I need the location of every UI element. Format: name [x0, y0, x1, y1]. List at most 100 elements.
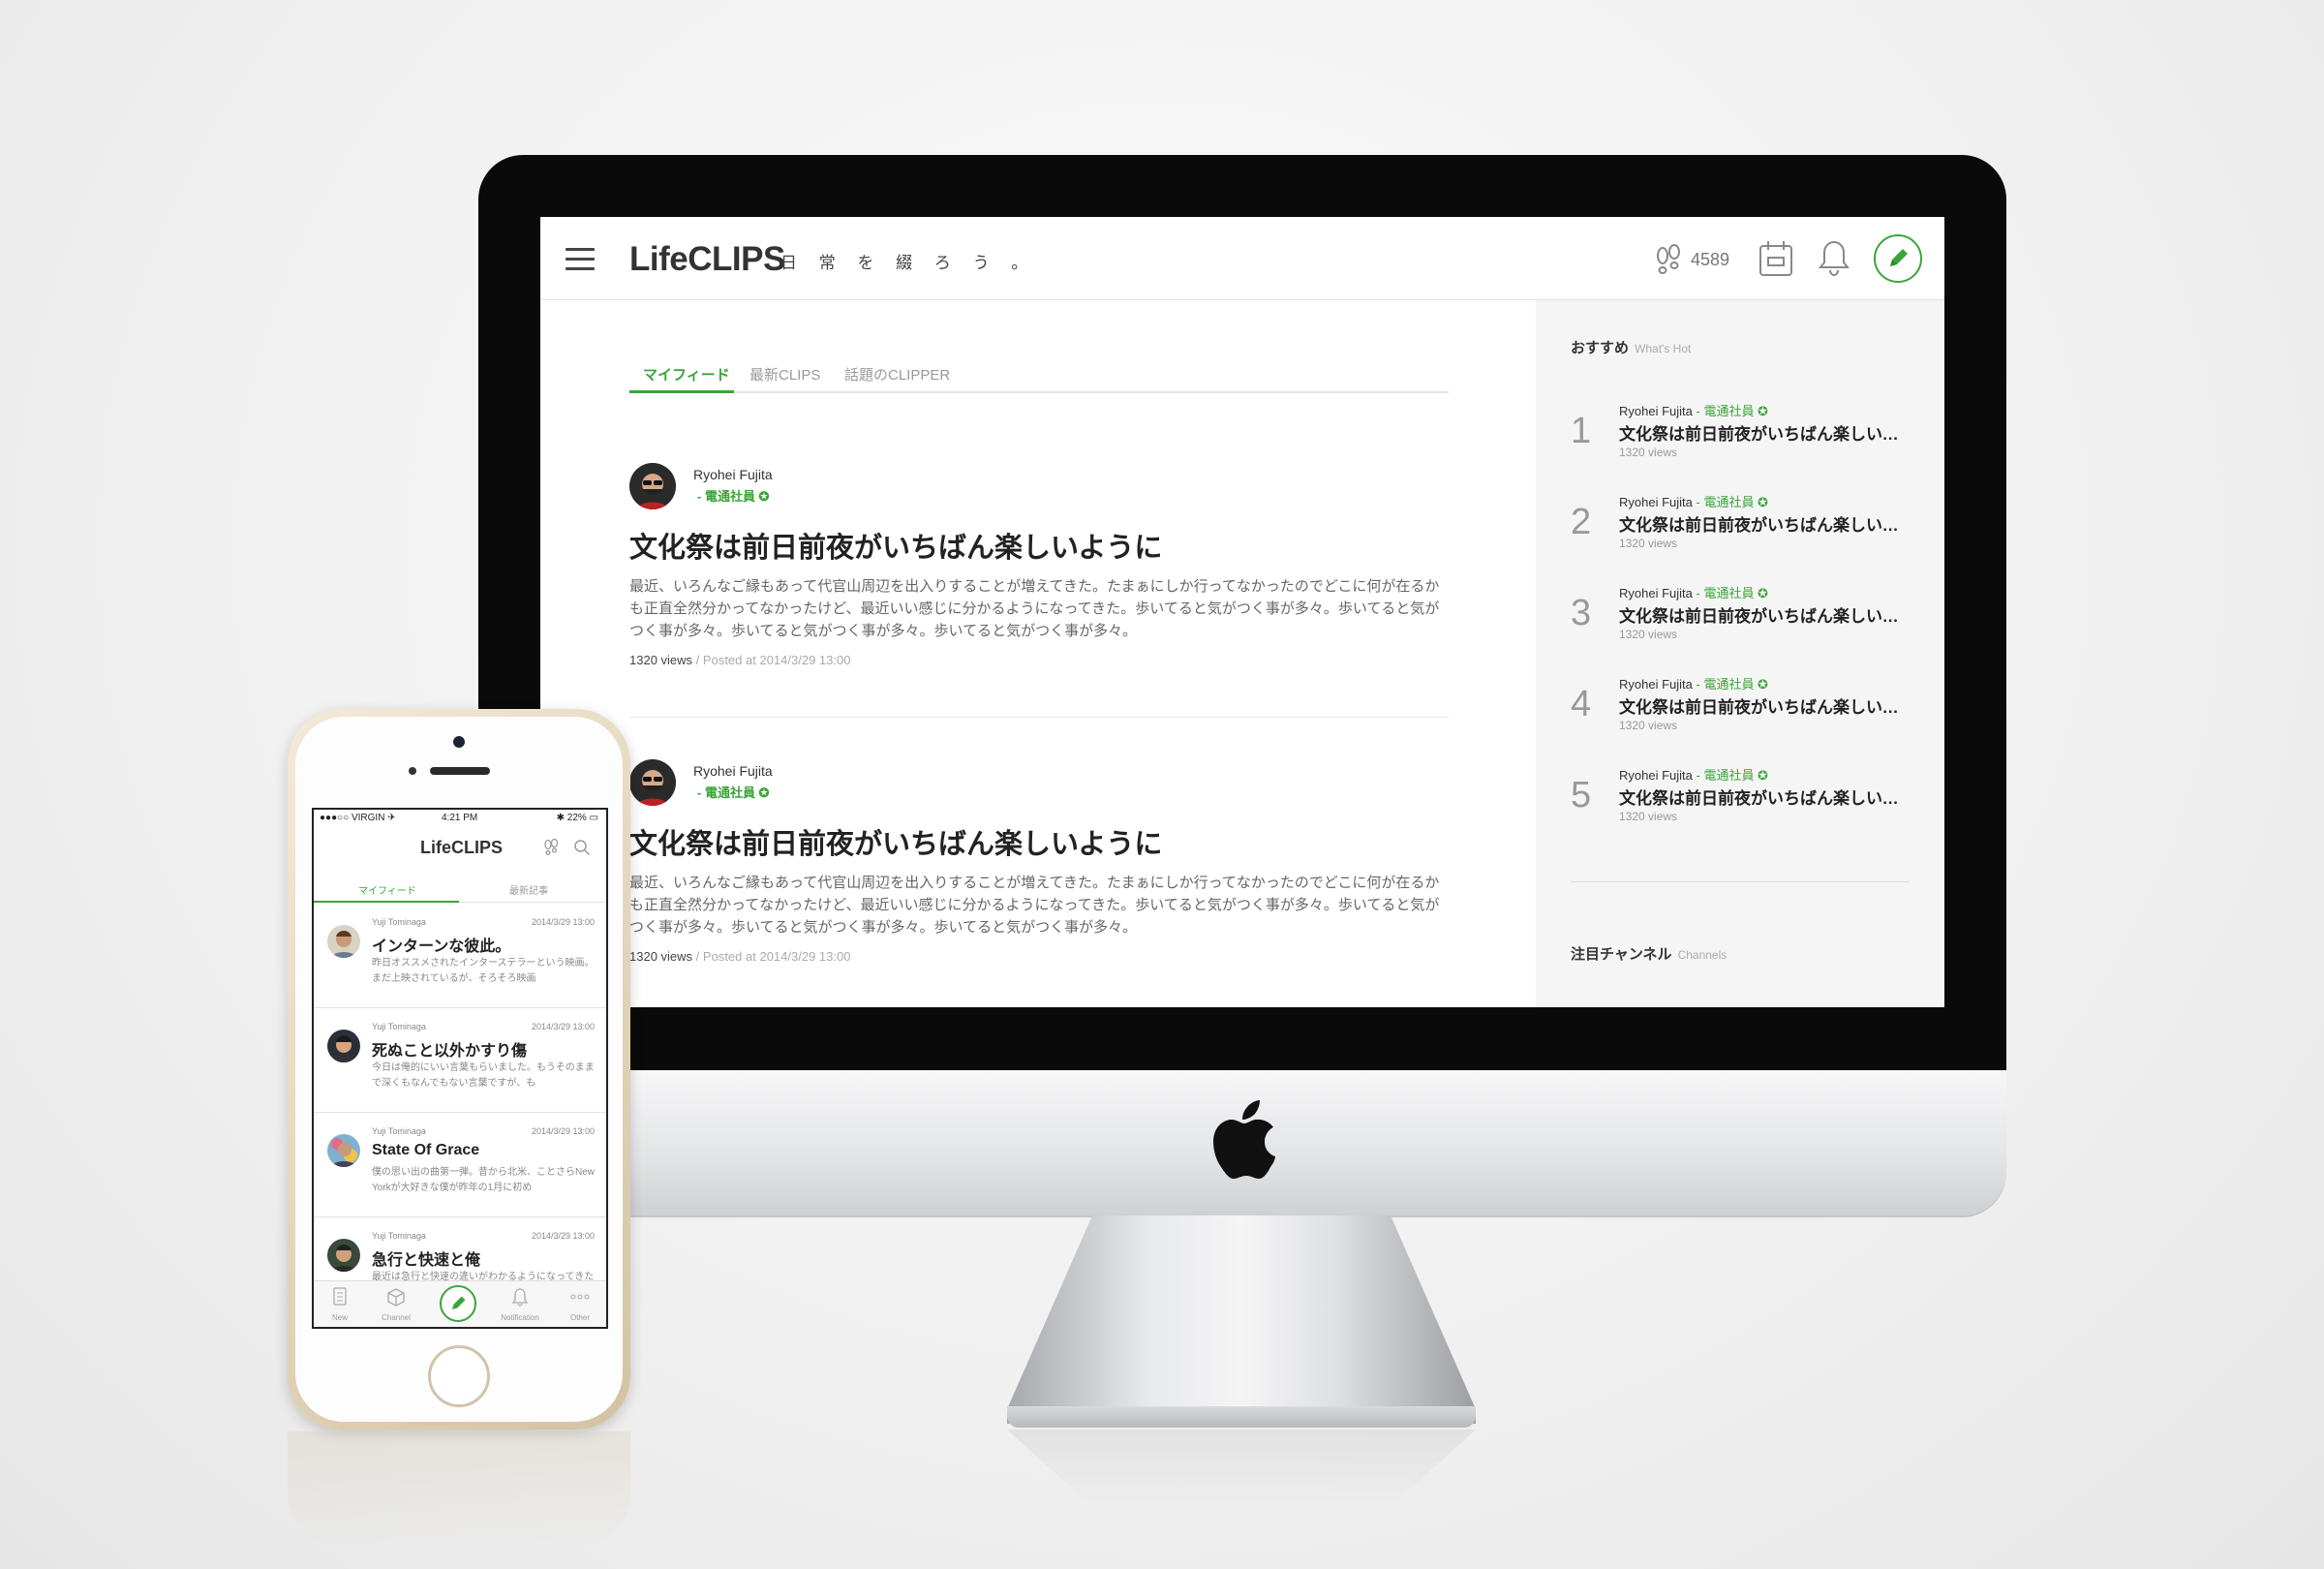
iphone-reflection: [288, 1431, 630, 1548]
author-role: - 電通社員 ✪: [697, 489, 770, 504]
item-date: 2014/3/29 13:00: [531, 1231, 595, 1241]
tab-popular-clipper[interactable]: 話題のCLIPPER: [844, 364, 950, 385]
phone-screen: ●●●○○ VIRGIN ✈ 4:21 PM ✱ 22% ▭ LifeCLIPS…: [312, 808, 608, 1329]
tabbar-label: New: [331, 1313, 348, 1322]
tabbar-channel[interactable]: Channel: [372, 1287, 420, 1322]
item-title[interactable]: State Of Grace: [372, 1142, 479, 1159]
tab-latest-articles[interactable]: 最新記事: [509, 882, 548, 897]
tab-latest-clips[interactable]: 最新CLIPS: [749, 364, 820, 385]
steps-count: 4589: [1691, 250, 1730, 269]
active-tab-indicator: [629, 390, 734, 393]
rank-title[interactable]: 文化祭は前日前夜がいちばん楽しいよ…: [1619, 420, 1910, 445]
avatar[interactable]: [327, 1239, 360, 1272]
battery: ✱ 22% ▭: [556, 813, 598, 823]
site-logo[interactable]: LifeCLIPS: [629, 240, 785, 279]
list-item[interactable]: Yuji Tominaga 2014/3/29 13:00 State Of G…: [314, 1113, 606, 1217]
tabbar-notification[interactable]: Notification: [496, 1287, 544, 1322]
rank-title[interactable]: 文化祭は前日前夜がいちばん楽しいよ…: [1619, 511, 1910, 536]
rank-views: 1320 views: [1619, 810, 1678, 823]
divider: [1571, 881, 1910, 882]
avatar[interactable]: [327, 925, 360, 958]
rank-number: 5: [1571, 775, 1592, 815]
calendar-icon[interactable]: [1758, 238, 1793, 277]
ranking-item[interactable]: 2 Ryohei Fujita - 電通社員 ✪ 文化祭は前日前夜がいちばん楽し…: [1571, 492, 1910, 569]
article-excerpt: 最近、いろんなご縁もあって代官山周辺を出入りすることが増えてきた。たまぁにしか行…: [629, 578, 1440, 639]
posted-date: Posted at 2014/3/29 13:00: [702, 653, 851, 667]
recommend-title: おすすめ: [1571, 340, 1630, 356]
carrier: ●●●○○ VIRGIN ✈: [320, 813, 396, 823]
avatar[interactable]: [629, 759, 676, 806]
write-button[interactable]: [1874, 234, 1922, 283]
recommend-subtitle: What's Hot: [1635, 342, 1692, 355]
phone-logo[interactable]: LifeCLIPS: [420, 838, 503, 858]
item-excerpt: 今日は俺的にいい言葉もらいました。もうそのままで深くもなんでもない言葉ですが、も: [372, 1062, 595, 1089]
meta-separator: /: [695, 653, 700, 667]
posted-date: Posted at 2014/3/29 13:00: [702, 949, 851, 964]
rank-author: Ryohei Fujita - 電通社員 ✪: [1619, 586, 1768, 600]
bell-icon[interactable]: [1819, 238, 1850, 277]
item-author: Yuji Tominaga: [372, 1022, 426, 1031]
list-item[interactable]: Yuji Tominaga 2014/3/29 13:00 死ぬこと以外かすり傷…: [314, 1008, 606, 1113]
tab-my-feed[interactable]: マイフィード: [643, 364, 730, 385]
rank-views: 1320 views: [1619, 719, 1678, 732]
view-count: 1320 views: [629, 653, 693, 667]
ranking-item[interactable]: 4 Ryohei Fujita - 電通社員 ✪ 文化祭は前日前夜がいちばん楽し…: [1571, 674, 1910, 752]
ranking-item[interactable]: 3 Ryohei Fujita - 電通社員 ✪ 文化祭は前日前夜がいちばん楽し…: [1571, 583, 1910, 661]
author-name[interactable]: Ryohei Fujita: [693, 467, 773, 482]
rank-title[interactable]: 文化祭は前日前夜がいちばん楽しいよ…: [1619, 602, 1910, 627]
phone-nav-bar: LifeCLIPS: [314, 827, 606, 864]
clock: 4:21 PM: [442, 813, 478, 823]
rank-views: 1320 views: [1619, 446, 1678, 459]
article-title[interactable]: 文化祭は前日前夜がいちばん楽しいように: [629, 821, 1162, 862]
list-item[interactable]: Yuji Tominaga 2014/3/29 13:00 インターンな彼此。 …: [314, 904, 606, 1008]
rank-title[interactable]: 文化祭は前日前夜がいちばん楽しいよ…: [1619, 693, 1910, 718]
site-header: LifeCLIPS 日 常 を 綴 ろ う 。 4589: [540, 217, 1944, 300]
home-button[interactable]: [428, 1345, 490, 1407]
ranking-item[interactable]: 1 Ryohei Fujita - 電通社員 ✪ 文化祭は前日前夜がいちばん楽し…: [1571, 401, 1910, 478]
meta-separator: /: [695, 949, 700, 964]
ranking-item[interactable]: 5 Ryohei Fujita - 電通社員 ✪ 文化祭は前日前夜がいちばん楽し…: [1571, 765, 1910, 843]
avatar[interactable]: [629, 463, 676, 509]
phone-tabs: マイフィード 最新記事: [314, 874, 606, 903]
item-excerpt: 昨日オススメされたインターステラーという映画。まだ上映されているが、そろそろ映画: [372, 958, 595, 984]
rank-views: 1320 views: [1619, 537, 1678, 550]
sidebar: おすすめ What's Hot 1 Ryohei Fujita - 電通社員 ✪ …: [1536, 300, 1944, 1007]
item-date: 2014/3/29 13:00: [531, 1022, 595, 1031]
hamburger-icon[interactable]: [566, 248, 595, 271]
item-title[interactable]: インターンな彼此。: [372, 933, 510, 956]
document-icon: [333, 1287, 347, 1306]
tabbar-label: Channel: [382, 1313, 411, 1322]
desktop-screen: LifeCLIPS 日 常 を 綴 ろ う 。 4589 マイフィード 最新CL…: [540, 217, 1944, 1007]
rank-author: Ryohei Fujita - 電通社員 ✪: [1619, 404, 1768, 418]
avatar[interactable]: [327, 1030, 360, 1062]
channels-subtitle: Channels: [1677, 948, 1728, 962]
rank-views: 1320 views: [1619, 628, 1678, 641]
article-meta: 1320 views / Posted at 2014/3/29 13:00: [629, 949, 850, 964]
imac-stand-base: [1007, 1406, 1476, 1428]
rank-author: Ryohei Fujita - 電通社員 ✪: [1619, 495, 1768, 509]
tabbar-label: Other: [569, 1313, 590, 1322]
search-icon[interactable]: [573, 839, 591, 856]
active-tab-indicator: [314, 901, 459, 903]
item-title[interactable]: 急行と快速と俺: [372, 1246, 480, 1270]
site-tagline: 日 常 を 綴 ろ う 。: [780, 254, 1037, 272]
tab-my-feed[interactable]: マイフィード: [358, 882, 416, 897]
footsteps-icon[interactable]: [542, 839, 560, 856]
status-bar: ●●●○○ VIRGIN ✈ 4:21 PM ✱ 22% ▭: [314, 810, 606, 827]
box-icon: [387, 1288, 405, 1307]
tabbar-new[interactable]: New: [316, 1287, 364, 1322]
footsteps-icon[interactable]: [1652, 244, 1685, 277]
rank-title[interactable]: 文化祭は前日前夜がいちばん楽しいよ…: [1619, 784, 1910, 809]
item-author: Yuji Tominaga: [372, 1126, 426, 1136]
phone-tab-bar: New Channel Notification Other: [314, 1280, 606, 1327]
imac-stand-reflection: [1007, 1430, 1476, 1507]
item-title[interactable]: 死ぬこと以外かすり傷: [372, 1037, 527, 1061]
channels-title: 注目チャンネル: [1571, 946, 1672, 963]
imac-stand: [1007, 1215, 1476, 1424]
article-title[interactable]: 文化祭は前日前夜がいちばん楽しいように: [629, 525, 1162, 566]
avatar[interactable]: [327, 1134, 360, 1167]
write-button[interactable]: [440, 1285, 476, 1322]
tabbar-other[interactable]: Other: [556, 1287, 604, 1322]
author-name[interactable]: Ryohei Fujita: [693, 763, 773, 779]
pencil-icon: [1890, 249, 1908, 266]
